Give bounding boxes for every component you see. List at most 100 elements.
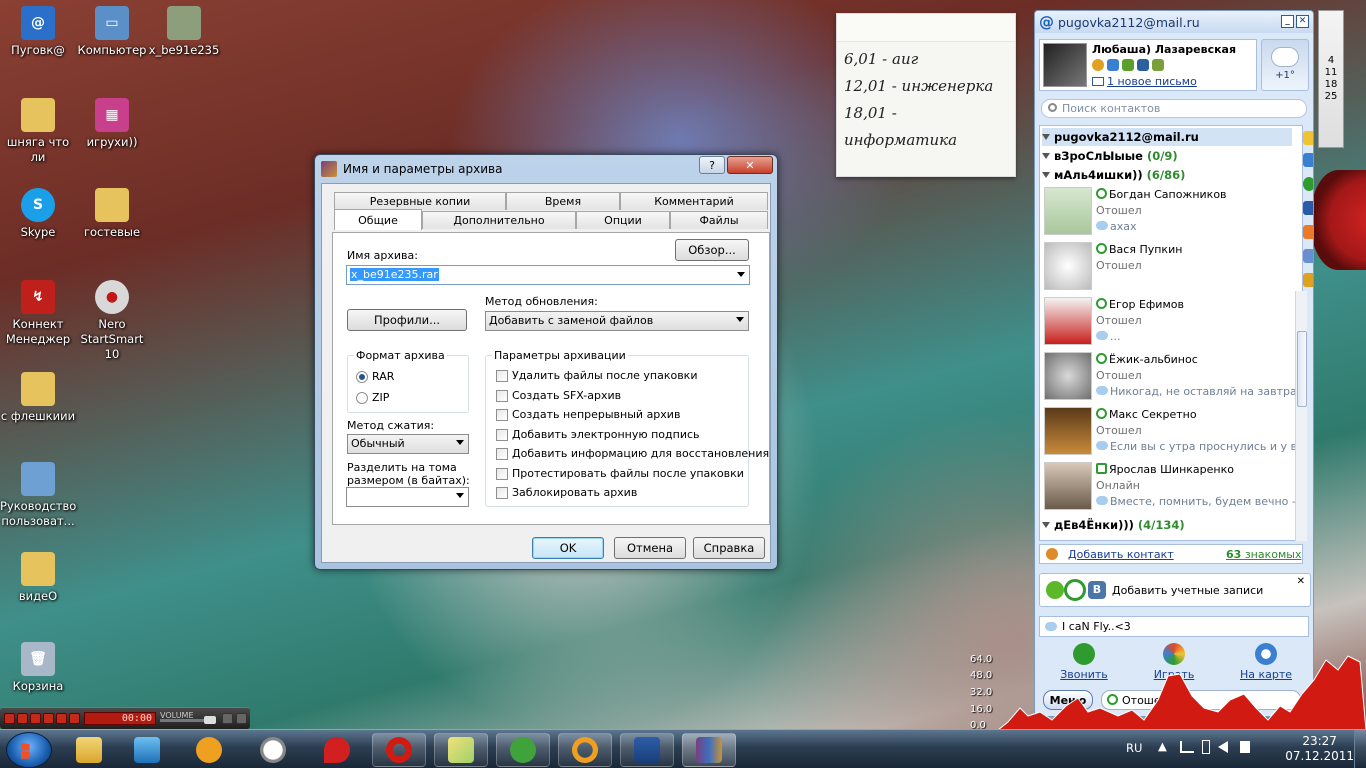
tab-advanced[interactable]: Дополнительно bbox=[422, 211, 576, 229]
next-icon[interactable] bbox=[56, 713, 67, 724]
new-mail-link[interactable]: 1 новое письмо bbox=[1092, 75, 1197, 88]
desktop-icon-folder-flash[interactable]: с флешкиии bbox=[0, 372, 76, 424]
option-recovery[interactable]: Добавить информацию для восстановления bbox=[496, 447, 769, 460]
show-hidden-icons[interactable]: ▲ bbox=[1158, 739, 1167, 753]
update-method-select[interactable]: Добавить с заменой файлов bbox=[485, 311, 749, 331]
profile-card[interactable]: Любаша) Лазаревская 1 новое письмо bbox=[1039, 39, 1257, 91]
split-select[interactable] bbox=[346, 487, 469, 507]
compression-select[interactable]: Обычный bbox=[347, 434, 469, 454]
eject-icon[interactable] bbox=[69, 713, 80, 724]
known-count-link[interactable]: 63 знакомых bbox=[1226, 548, 1301, 561]
show-desktop-button[interactable] bbox=[1354, 730, 1366, 768]
taskbar-media-player[interactable] bbox=[120, 733, 174, 767]
start-button[interactable] bbox=[6, 732, 52, 768]
contact-search-input[interactable]: Поиск контактов bbox=[1041, 99, 1307, 118]
desktop-icon-skype[interactable]: S Skype bbox=[0, 188, 76, 240]
option-test[interactable]: Протестировать файлы после упаковки bbox=[496, 467, 744, 480]
stop-icon[interactable] bbox=[30, 713, 41, 724]
help-text-button[interactable]: Справка bbox=[693, 537, 765, 559]
desktop-icon-nero[interactable]: ● Nero StartSmart 10 bbox=[74, 280, 150, 362]
taskbar-utorrent[interactable] bbox=[496, 733, 550, 767]
taskbar-explorer[interactable] bbox=[62, 733, 116, 767]
taskbar-word[interactable] bbox=[620, 733, 674, 767]
tab-backup[interactable]: Резервные копии bbox=[334, 192, 506, 210]
cancel-button[interactable]: Отмена bbox=[614, 537, 686, 559]
taskbar-mail-agent[interactable] bbox=[558, 733, 612, 767]
desktop-icon-video[interactable]: видеО bbox=[0, 552, 76, 604]
format-zip-radio[interactable]: ZIP bbox=[356, 391, 389, 404]
desktop-icon-pugovka[interactable]: @ Пуговк@ bbox=[0, 6, 76, 58]
settings-side-icon[interactable] bbox=[1303, 249, 1313, 263]
contact-item[interactable]: Ярослав Шинкаренко Онлайн Вместе, помнит… bbox=[1042, 460, 1296, 514]
format-rar-radio[interactable]: RAR bbox=[356, 370, 394, 383]
add-contact-link[interactable]: Добавить контакт bbox=[1068, 548, 1174, 561]
taskbar-winrar[interactable] bbox=[682, 733, 736, 767]
taskbar-pin-app[interactable] bbox=[310, 733, 364, 767]
contact-list-scrollbar[interactable] bbox=[1295, 291, 1307, 541]
volume-slider[interactable]: VOLUME bbox=[160, 711, 220, 725]
sound-side-icon[interactable] bbox=[1303, 201, 1313, 215]
ok-button[interactable]: OK bbox=[532, 537, 604, 559]
contact-item[interactable]: Ёжик-альбинос Отошел Никогад, не оставля… bbox=[1042, 350, 1296, 404]
calendar-gadget[interactable]: 4 11 18 25 bbox=[1318, 10, 1344, 148]
minimize-button[interactable]: _ bbox=[1281, 15, 1294, 28]
volume-thumb[interactable] bbox=[204, 716, 216, 724]
tab-options[interactable]: Опции bbox=[576, 211, 670, 229]
contact-item[interactable]: Егор Ефимов Отошел ... bbox=[1042, 295, 1296, 349]
desktop-icon-recycle-bin[interactable]: 🗑 Корзина bbox=[0, 642, 76, 694]
taskbar-clock-app[interactable] bbox=[246, 733, 300, 767]
tab-files[interactable]: Файлы bbox=[670, 211, 768, 229]
close-icon[interactable] bbox=[236, 713, 247, 724]
add-accounts-panel[interactable]: B Добавить учетные записи ✕ bbox=[1039, 573, 1311, 607]
play-icon[interactable] bbox=[4, 713, 15, 724]
desktop-icon-image[interactable]: x_be91e235 bbox=[146, 6, 222, 58]
contact-item[interactable]: Вася Пупкин Отошел bbox=[1042, 240, 1296, 294]
contact-item[interactable]: Макс Секретно Отошел Если вы с утра прос… bbox=[1042, 405, 1296, 459]
folder-side-icon[interactable] bbox=[1303, 273, 1313, 287]
desktop-icon-folder-shnyaga[interactable]: шняга что ли bbox=[0, 98, 76, 165]
group-girls[interactable]: дЕв4Ёнки))) (4/134) bbox=[1042, 516, 1185, 534]
close-button[interactable]: ✕ bbox=[1296, 15, 1309, 28]
archive-name-input[interactable]: x_be91e235.rar bbox=[346, 265, 750, 285]
desktop-icon-folder-guest[interactable]: гостевые bbox=[74, 188, 150, 240]
rainbow-side-icon[interactable] bbox=[1303, 225, 1313, 239]
desktop-icon-manual[interactable]: Руководство пользоват... bbox=[0, 462, 76, 529]
close-icon[interactable]: ✕ bbox=[1297, 576, 1305, 587]
taskbar-sticky-notes[interactable] bbox=[434, 733, 488, 767]
profiles-button[interactable]: Профили... bbox=[347, 309, 467, 331]
option-sfx[interactable]: Создать SFX-архив bbox=[496, 389, 621, 402]
pause-icon[interactable] bbox=[17, 713, 28, 724]
contact-item[interactable]: Богдан Сапожников Отошел ахах bbox=[1042, 185, 1296, 239]
clock[interactable]: 23:27 07.12.2011 bbox=[1285, 734, 1354, 764]
group-self[interactable]: pugovka2112@mail.ru bbox=[1042, 128, 1292, 146]
contacts-side-icon[interactable] bbox=[1303, 153, 1313, 167]
flag-icon[interactable] bbox=[1240, 741, 1250, 753]
group-boys[interactable]: мАль4ишки)) (6/86) bbox=[1042, 166, 1185, 184]
tab-general[interactable]: Общие bbox=[334, 209, 422, 230]
desktop-icon-games[interactable]: ▦ игрухи)) bbox=[74, 98, 150, 150]
close-button[interactable]: ✕ bbox=[727, 156, 773, 174]
sticky-note[interactable]: 6,01 - аиг 12,01 - инженерка 18,01 - инф… bbox=[836, 13, 1016, 177]
mail-side-icon[interactable] bbox=[1303, 131, 1313, 145]
option-solid[interactable]: Создать непрерывный архив bbox=[496, 408, 680, 421]
option-lock[interactable]: Заблокировать архив bbox=[496, 486, 637, 499]
weather-widget[interactable]: +1° bbox=[1261, 39, 1309, 91]
taskbar-opera[interactable] bbox=[372, 733, 426, 767]
network-icon[interactable] bbox=[1180, 741, 1194, 753]
group-adults[interactable]: вЗроСлЫыые (0/9) bbox=[1042, 147, 1178, 165]
previous-icon[interactable] bbox=[43, 713, 54, 724]
volume-icon[interactable] bbox=[1218, 741, 1228, 753]
desktop-icon-computer[interactable]: ▭ Компьютер bbox=[74, 6, 150, 58]
desktop-icon-connect-manager[interactable]: ↯ Коннект Менеджер bbox=[0, 280, 76, 347]
minimize-icon[interactable] bbox=[222, 713, 233, 724]
status-message-input[interactable]: I caN Fly..<3 bbox=[1039, 616, 1309, 637]
browse-button[interactable]: Обзор... bbox=[675, 239, 749, 261]
mailru-side-icon[interactable] bbox=[1303, 177, 1313, 191]
option-signature[interactable]: Добавить электронную подпись bbox=[496, 428, 700, 441]
battery-icon[interactable] bbox=[1202, 740, 1210, 754]
tab-comment[interactable]: Комментарий bbox=[620, 192, 768, 210]
language-indicator[interactable]: RU bbox=[1126, 741, 1142, 755]
help-button[interactable]: ? bbox=[699, 156, 725, 174]
tab-time[interactable]: Время bbox=[506, 192, 620, 210]
taskbar-aimp[interactable] bbox=[182, 733, 236, 767]
